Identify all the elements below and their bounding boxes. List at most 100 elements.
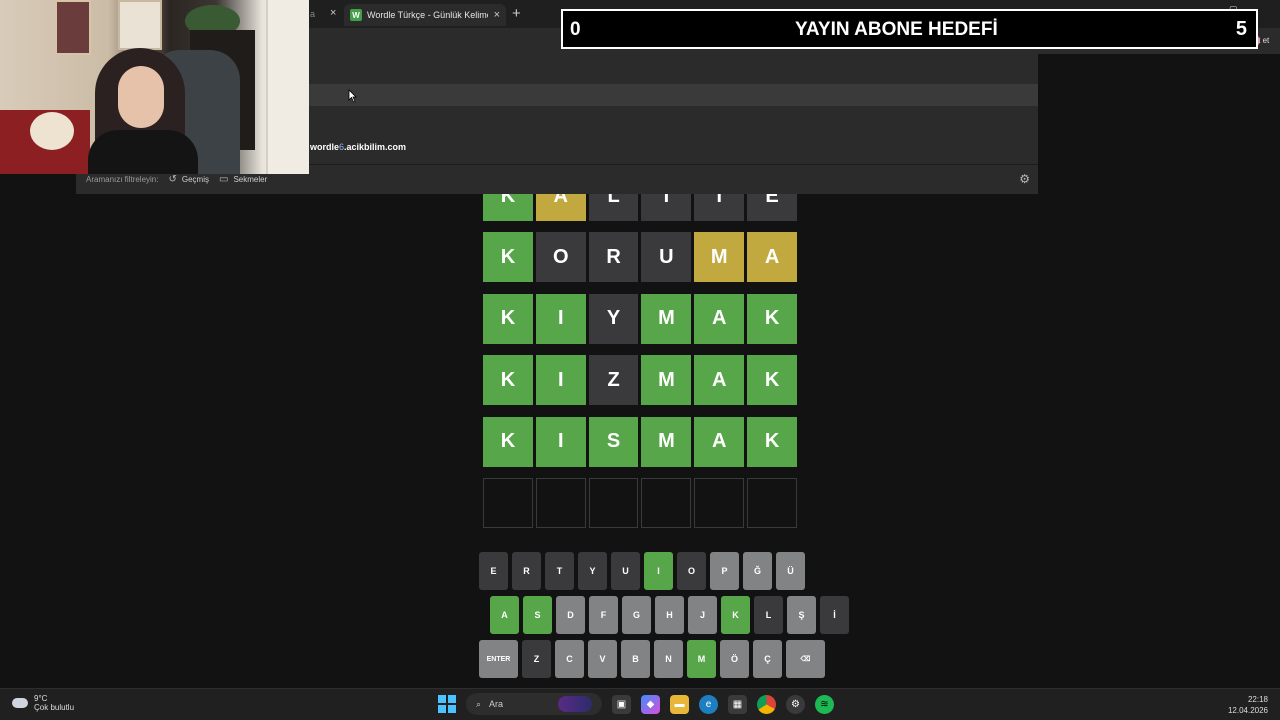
keyboard-row: ERTYUIOPĞÜ: [479, 552, 805, 590]
keyboard-key[interactable]: A: [490, 596, 519, 634]
keyboard-key[interactable]: N: [654, 640, 683, 678]
tab-wordle[interactable]: W Wordle Türkçe - Günlük Kelime Oyunu ×: [344, 4, 506, 26]
keyboard-key[interactable]: L: [754, 596, 783, 634]
chrome-icon[interactable]: [757, 694, 776, 714]
letter-tile: S: [588, 416, 639, 467]
keyboard-key[interactable]: M: [687, 640, 716, 678]
taskbar-search[interactable]: ⌕ Ara: [466, 693, 602, 715]
keyboard-key[interactable]: B: [621, 640, 650, 678]
streamer-face: [118, 66, 164, 128]
keyboard-key[interactable]: O: [677, 552, 706, 590]
search-placeholder: Ara: [489, 699, 504, 709]
letter-tile: M: [641, 416, 692, 467]
keyboard-key[interactable]: R: [512, 552, 541, 590]
filter-label: Aramanızı filtreleyin:: [86, 175, 159, 184]
screen: KALİTEKORUMAKIYMAKKIZMAKKISMAK ERTYUIOPĞ…: [0, 0, 1280, 720]
letter-tile: [535, 478, 586, 528]
board-row: KALİTE: [483, 194, 797, 221]
letter-tile: K: [483, 194, 533, 221]
wordle-board: KALİTEKORUMAKIYMAKKIZMAKKISMAK: [483, 194, 797, 528]
letter-tile: K: [483, 416, 533, 467]
letter-tile: M: [641, 293, 692, 344]
keyboard-key[interactable]: Ğ: [743, 552, 772, 590]
gear-icon[interactable]: ⚙: [1019, 172, 1030, 186]
keyboard-key[interactable]: T: [545, 552, 574, 590]
keyboard-key[interactable]: K: [721, 596, 750, 634]
spotify-icon[interactable]: ≋: [815, 694, 834, 714]
keyboard-key[interactable]: H: [655, 596, 684, 634]
keyboard-key[interactable]: C: [555, 640, 584, 678]
letter-tile: K: [483, 232, 533, 283]
keyboard-key[interactable]: Ş: [787, 596, 816, 634]
keyboard-key[interactable]: E: [479, 552, 508, 590]
keyboard-key[interactable]: P: [710, 552, 739, 590]
keyboard-key[interactable]: S: [523, 596, 552, 634]
letter-tile: [641, 478, 692, 528]
letter-tile: I: [535, 416, 586, 467]
goal-current-count: 0: [570, 19, 581, 40]
keyboard-key[interactable]: Ç: [753, 640, 782, 678]
weather-widget[interactable]: 9°C Çok bulutlu: [12, 694, 74, 712]
keyboard-key[interactable]: Y: [578, 552, 607, 590]
letter-tile: A: [694, 293, 745, 344]
letter-tile: K: [747, 355, 797, 406]
keyboard-key[interactable]: Z: [522, 640, 551, 678]
keyboard-key[interactable]: Ü: [776, 552, 805, 590]
windows-start-icon[interactable]: [438, 695, 456, 713]
board-row: [483, 478, 797, 528]
letter-tile: O: [535, 232, 586, 283]
webcam-overlay: [0, 0, 309, 174]
settings-app-icon[interactable]: ⚙: [786, 694, 805, 714]
subscriber-goal-banner: 0 YAYIN ABONE HEDEFİ 5: [561, 9, 1258, 49]
task-view-icon[interactable]: ▣: [612, 694, 631, 714]
weather-description: Çok bulutlu: [34, 703, 75, 712]
close-tab-icon[interactable]: ×: [494, 9, 500, 21]
wall-poster: [55, 0, 91, 55]
edge-browser-icon[interactable]: e: [699, 694, 718, 714]
filter-tabs-button[interactable]: ▭ Sekmeler: [219, 174, 267, 185]
keyboard-key[interactable]: G: [622, 596, 651, 634]
keyboard-key[interactable]: İ: [820, 596, 849, 634]
goal-target-count: 5: [1235, 18, 1247, 40]
search-icon: ⌕: [476, 698, 482, 709]
keyboard-key[interactable]: I: [644, 552, 673, 590]
letter-tile: T: [694, 194, 745, 221]
keyboard-key[interactable]: J: [688, 596, 717, 634]
enter-key[interactable]: ENTER: [479, 640, 518, 678]
new-tab-button[interactable]: +: [512, 5, 521, 22]
keyboard-key[interactable]: F: [589, 596, 618, 634]
close-previous-tab-icon[interactable]: ×: [330, 7, 336, 19]
tabs-icon: ▭: [218, 174, 229, 185]
keyboard-key[interactable]: U: [611, 552, 640, 590]
tab-title: Wordle Türkçe - Günlük Kelime Oyunu: [367, 10, 488, 20]
letter-tile: I: [535, 293, 586, 344]
filter-bar: Aramanızı filtreleyin: ↺ Geçmiş ▭ Sekmel…: [86, 174, 267, 185]
letter-tile: [694, 478, 745, 528]
copilot-app-icon[interactable]: ◆: [641, 694, 660, 714]
keyboard-row: ENTER Z C V B N M Ö Ç ⌫: [479, 640, 825, 678]
system-clock[interactable]: 22:18 12.04.2026: [1228, 694, 1268, 716]
keyboard-key[interactable]: Ö: [720, 640, 749, 678]
suggestion-url[interactable]: wordle6.acikbilim.com: [310, 142, 406, 152]
letter-tile: U: [641, 232, 692, 283]
backspace-key[interactable]: ⌫: [786, 640, 825, 678]
keyboard-key[interactable]: D: [556, 596, 585, 634]
search-highlight-icon: [558, 696, 592, 712]
letter-tile: Z: [588, 355, 639, 406]
letter-tile: A: [694, 355, 745, 406]
file-explorer-icon[interactable]: ▬: [670, 694, 689, 714]
url-prefix: wordle: [310, 142, 340, 152]
filter-history-button[interactable]: ↺ Geçmiş: [168, 174, 209, 185]
letter-tile: L: [588, 194, 639, 221]
wall-poster: [118, 0, 162, 50]
letter-tile: R: [588, 232, 639, 283]
goal-label: YAYIN ABONE HEDEFİ: [795, 19, 998, 40]
store-icon[interactable]: ▦: [728, 694, 747, 714]
plush-toy: [30, 112, 74, 150]
keyboard-key[interactable]: V: [588, 640, 617, 678]
clock-time: 22:18: [1247, 695, 1268, 704]
previous-tab-fragment[interactable]: a: [310, 9, 315, 19]
filter-tabs-label: Sekmeler: [233, 175, 268, 184]
windows-taskbar: 9°C Çok bulutlu ⌕ Ara ▣ ◆ ▬ e ▦ ⚙ ≋ 22:1…: [0, 688, 1280, 720]
temperature: 9°C: [34, 694, 48, 703]
